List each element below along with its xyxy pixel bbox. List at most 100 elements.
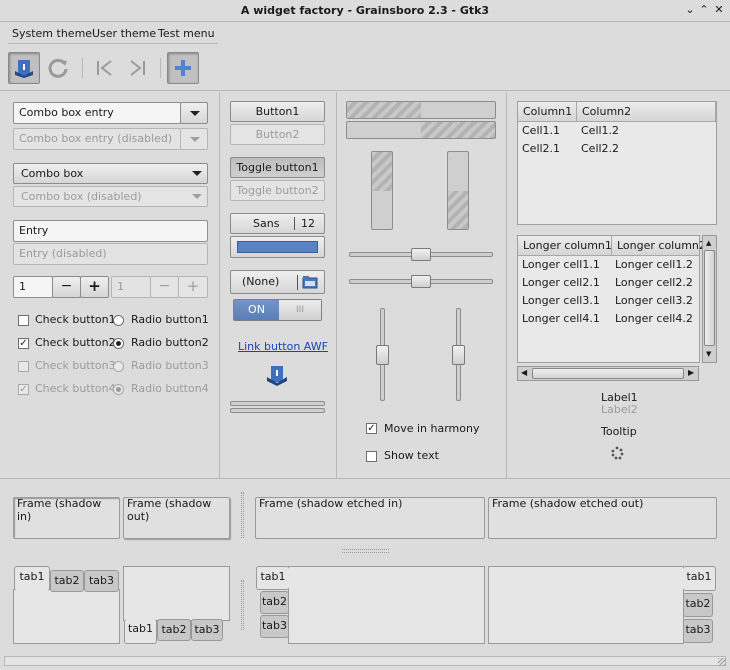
check-button1-box[interactable] [18, 315, 29, 326]
tree2-cell[interactable]: Longer cell3.2 [615, 294, 693, 307]
minimize-button[interactable]: ⌄ [683, 3, 697, 17]
tree2-cell[interactable]: Longer cell1.2 [615, 258, 693, 271]
tree2-cell[interactable]: Longer cell2.2 [615, 276, 693, 289]
menu-test[interactable]: Test menu [158, 27, 215, 40]
tree2-hscrollbar[interactable]: ◀ ▶ [517, 366, 699, 381]
button2: Button2 [230, 124, 325, 145]
entry-field[interactable]: Entry [13, 220, 208, 242]
scrollbar-thumb[interactable] [532, 368, 684, 379]
frame-shadow-etched-in: Frame (shadow etched in) [255, 497, 485, 539]
radio-button3-label: Radio button3 [131, 359, 209, 372]
notebook-right-tab[interactable]: tab2 [683, 593, 713, 617]
window-title: A widget factory - Grainsboro 2.3 - Gtk3 [240, 4, 490, 17]
move-in-harmony-label: Move in harmony [384, 422, 480, 435]
radio-button4-label: Radio button4 [131, 382, 209, 395]
move-in-harmony-check[interactable]: ✓ [366, 423, 377, 434]
paned-handle[interactable] [342, 549, 389, 553]
hscale-1[interactable] [349, 248, 493, 261]
radio-button2[interactable] [113, 338, 124, 349]
combo-box[interactable]: Combo box [13, 163, 208, 184]
switch-slider[interactable]: III [279, 300, 321, 320]
maximize-button[interactable]: ⌃ [697, 3, 711, 17]
notebook-left-tab[interactable]: tab1 [256, 566, 289, 590]
combo-entry-toggle[interactable] [180, 102, 208, 124]
vscale-right[interactable] [452, 308, 465, 401]
vscale-left[interactable] [376, 308, 389, 401]
scroll-up-icon[interactable]: ▲ [706, 239, 711, 247]
spin-disabled-minus-button: − [150, 276, 179, 298]
scroll-left-icon[interactable]: ◀ [521, 368, 527, 377]
hscale-2-handle[interactable] [411, 275, 431, 288]
tree1-header-col1[interactable]: Column1 [518, 102, 577, 122]
toolbar-gtk-button[interactable] [8, 52, 40, 84]
vscale-right-handle[interactable] [452, 344, 465, 365]
notebook-right [488, 566, 684, 644]
hscale-2[interactable] [349, 275, 493, 288]
check-button2-box[interactable]: ✓ [18, 338, 29, 349]
toggle-button1[interactable]: Toggle button1 [230, 157, 325, 178]
tree-view-1[interactable]: Column1 Column2 Cell1.1 Cell1.2 Cell2.1 … [517, 101, 717, 225]
spin-input[interactable]: 1 [13, 276, 53, 298]
color-swatch [237, 241, 318, 253]
tree1-cell[interactable]: Cell1.2 [581, 124, 619, 137]
switch[interactable]: ON III [233, 299, 322, 321]
notebook-left-tab[interactable]: tab2 [260, 591, 289, 614]
notebook-top-tab[interactable]: tab1 [14, 566, 50, 591]
title-bar: A widget factory - Grainsboro 2.3 - Gtk3… [0, 0, 730, 22]
tree2-cell[interactable]: Longer cell4.1 [522, 312, 600, 325]
tree2-cell[interactable]: Longer cell1.1 [522, 258, 600, 271]
toggle-button2: Toggle button2 [230, 180, 325, 201]
notebook-bottom-tab[interactable]: tab1 [124, 619, 157, 644]
go-first-icon [97, 60, 112, 76]
combo-entry-disabled-input: Combo box entry (disabled) [13, 128, 181, 150]
notebook-top-tab[interactable]: tab2 [50, 570, 84, 592]
paned-handle[interactable] [241, 492, 244, 538]
vscale-left-handle[interactable] [376, 344, 389, 365]
scroll-right-icon[interactable]: ▶ [688, 368, 694, 377]
spin-plus-button[interactable]: + [80, 276, 109, 298]
notebook-bottom-tab[interactable]: tab2 [157, 619, 191, 641]
tree2-cell[interactable]: Longer cell3.1 [522, 294, 600, 307]
show-text-check[interactable] [366, 451, 377, 462]
file-chooser-button[interactable]: (None) [230, 270, 325, 294]
toolbar-first-button[interactable] [88, 52, 120, 84]
toolbar-refresh-button[interactable] [42, 52, 74, 84]
tree2-header-col1[interactable]: Longer column1 [518, 236, 612, 256]
spin-minus-button[interactable]: − [52, 276, 81, 298]
scrollbar-thumb[interactable] [704, 250, 715, 346]
notebook-right-tab[interactable]: tab1 [683, 566, 716, 591]
font-size: 12 [301, 217, 315, 230]
tree2-cell[interactable]: Longer cell2.1 [522, 276, 600, 289]
scroll-down-icon[interactable]: ▼ [706, 350, 711, 358]
toolbar-last-button[interactable] [122, 52, 154, 84]
notebook-top [13, 589, 120, 644]
radio-button4 [113, 384, 124, 395]
combo-entry-input[interactable]: Combo box entry [13, 102, 181, 124]
hscale-1-handle[interactable] [411, 248, 431, 261]
radio-button1[interactable] [113, 315, 124, 326]
paned-handle[interactable] [241, 580, 244, 630]
menu-system-theme[interactable]: System theme [12, 27, 92, 40]
notebook-right-tab[interactable]: tab3 [683, 619, 713, 643]
tree1-cell[interactable]: Cell2.1 [522, 142, 560, 155]
tree2-cell[interactable]: Longer cell4.2 [615, 312, 693, 325]
tree2-vscrollbar[interactable]: ▲ ▼ [702, 235, 717, 363]
button1[interactable]: Button1 [230, 101, 325, 122]
tree1-cell[interactable]: Cell1.1 [522, 124, 560, 137]
tree2-header-col2[interactable]: Longer column2 [612, 236, 706, 256]
frame-title: Frame (shadow in) [17, 497, 102, 523]
toolbar-add-button[interactable] [167, 52, 199, 84]
resize-grip[interactable] [718, 658, 726, 666]
notebook-bottom-tab[interactable]: tab3 [191, 619, 223, 641]
tree1-cell[interactable]: Cell2.2 [581, 142, 619, 155]
tree1-header-col2[interactable]: Column2 [577, 102, 716, 122]
notebook-top-tab[interactable]: tab3 [84, 570, 119, 592]
tree-view-2[interactable]: Longer column1 Longer column2 Longer cel… [517, 235, 706, 363]
notebook-left-tab[interactable]: tab3 [260, 615, 289, 638]
link-button[interactable]: Link button AWF [238, 340, 328, 353]
color-button[interactable] [230, 236, 325, 258]
close-button[interactable]: ✕ [712, 3, 726, 17]
show-text-label: Show text [384, 449, 439, 462]
menu-user-theme[interactable]: User theme [92, 27, 156, 40]
font-button[interactable]: Sans 12 [230, 213, 325, 234]
